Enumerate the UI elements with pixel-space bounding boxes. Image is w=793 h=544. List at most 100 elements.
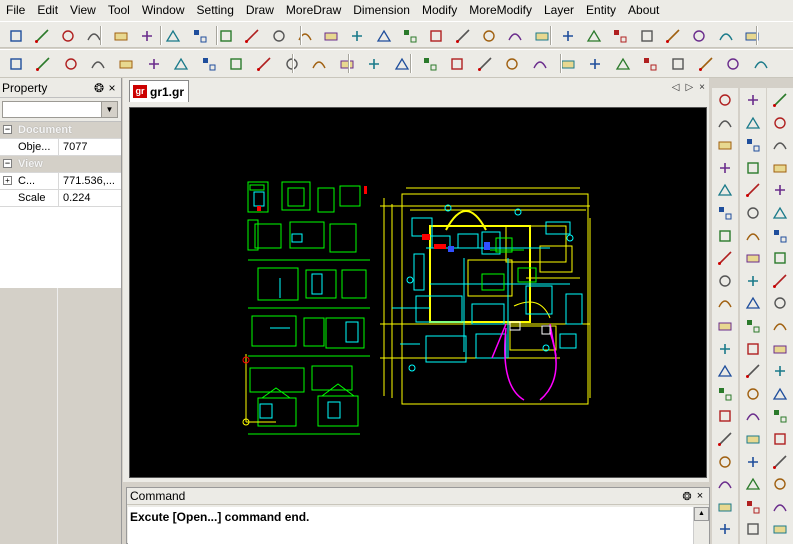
menu-moremodify[interactable]: MoreModify	[463, 0, 538, 21]
tab-prev-icon[interactable]: ◁	[672, 82, 680, 93]
snap-end-icon[interactable]	[743, 90, 763, 110]
line-tool-icon[interactable]	[322, 26, 341, 45]
property-value[interactable]: 0.224	[59, 190, 121, 206]
ortho-icon[interactable]	[743, 452, 763, 472]
arc-icon[interactable]	[144, 54, 163, 73]
close-icon[interactable]: ×	[106, 81, 118, 95]
xline-icon[interactable]	[254, 54, 273, 73]
print-preview-icon[interactable]	[111, 26, 130, 45]
grid-icon[interactable]	[743, 474, 763, 494]
mtext-icon[interactable]	[365, 54, 384, 73]
pin-icon[interactable]: ❂	[93, 81, 105, 95]
command-scrollbar[interactable]: ▲	[693, 507, 709, 544]
region-icon[interactable]	[448, 54, 467, 73]
snap-app-icon[interactable]	[770, 271, 790, 291]
dim-radius-icon[interactable]	[641, 54, 660, 73]
snap-int-icon[interactable]	[743, 203, 763, 223]
snap-ext-icon[interactable]	[770, 384, 790, 404]
image-icon[interactable]	[503, 54, 522, 73]
dim-ordinate-icon[interactable]	[751, 54, 770, 73]
offset-icon[interactable]	[716, 26, 735, 45]
dim-angle-icon[interactable]	[668, 54, 687, 73]
snap-par-icon[interactable]	[743, 361, 763, 381]
join-icon[interactable]	[637, 26, 656, 45]
layer-print-icon[interactable]	[715, 452, 735, 472]
layer-freeze-icon[interactable]	[715, 406, 735, 426]
layer-delete-icon[interactable]	[715, 474, 735, 494]
cut-icon[interactable]	[243, 26, 262, 45]
property-category[interactable]: − View	[0, 156, 121, 173]
rectangle-icon[interactable]	[89, 54, 108, 73]
menu-entity[interactable]: Entity	[580, 0, 622, 21]
ellipse-icon[interactable]	[227, 54, 246, 73]
object-select-combo[interactable]: ▼	[2, 101, 118, 118]
dim-arc-icon[interactable]	[696, 54, 715, 73]
node-icon[interactable]	[348, 26, 367, 45]
save-icon[interactable]	[59, 26, 78, 45]
snap-tan-icon[interactable]	[770, 316, 790, 336]
menu-draw[interactable]: Draw	[240, 0, 280, 21]
snap-near-icon[interactable]	[743, 316, 763, 336]
layer-prop-icon[interactable]	[715, 497, 735, 517]
scale-icon[interactable]	[479, 26, 498, 45]
scroll-up-icon[interactable]: ▲	[694, 507, 709, 521]
snap-mid-icon[interactable]	[743, 113, 763, 133]
redo-icon[interactable]	[190, 26, 209, 45]
extend-icon[interactable]	[585, 26, 604, 45]
document-tab[interactable]: gr gr1.gr	[129, 80, 189, 102]
redraw-icon[interactable]	[715, 293, 735, 313]
pin-icon[interactable]: ❂	[681, 490, 693, 503]
trim-icon[interactable]	[558, 26, 577, 45]
snap-quad-icon[interactable]	[743, 180, 763, 200]
otrack-icon[interactable]	[743, 519, 763, 539]
zoom-scale-icon[interactable]	[715, 271, 735, 291]
snap-track-icon[interactable]	[743, 429, 763, 449]
close-icon[interactable]: ×	[694, 490, 706, 502]
expand-icon[interactable]: +	[3, 176, 12, 185]
text-icon[interactable]	[337, 54, 356, 73]
spline-icon[interactable]	[199, 54, 218, 73]
point-icon[interactable]	[6, 54, 25, 73]
layer-color-icon[interactable]	[715, 429, 735, 449]
zoom-out-icon[interactable]	[715, 248, 735, 268]
brush-icon[interactable]	[295, 26, 314, 45]
menu-dimension[interactable]: Dimension	[347, 0, 416, 21]
menu-layer[interactable]: Layer	[538, 0, 580, 21]
property-value[interactable]: 7077	[59, 139, 121, 155]
snap-app-icon[interactable]	[743, 339, 763, 359]
layer-match-icon[interactable]	[715, 519, 735, 539]
zoom-window-icon[interactable]	[715, 90, 735, 110]
snap-perp-icon[interactable]	[743, 271, 763, 291]
view-icon[interactable]	[715, 339, 735, 359]
fillet-icon[interactable]	[664, 26, 683, 45]
property-row[interactable]: + C... 771.536,...	[0, 173, 121, 190]
print-icon[interactable]	[138, 26, 157, 45]
otrack-icon[interactable]	[770, 90, 790, 110]
zoom-in-icon[interactable]	[715, 226, 735, 246]
open-folder-icon[interactable]	[32, 26, 51, 45]
zoom-extents-icon[interactable]	[715, 203, 735, 223]
menu-file[interactable]: File	[0, 0, 31, 21]
snap-end-icon[interactable]	[770, 519, 790, 539]
snap-par-icon[interactable]	[770, 248, 790, 268]
rotate-icon[interactable]	[453, 26, 472, 45]
snap-node-icon[interactable]	[743, 158, 763, 178]
move-icon[interactable]	[427, 26, 446, 45]
drawing-canvas[interactable]	[129, 107, 707, 478]
line-icon[interactable]	[34, 54, 53, 73]
snap-track-icon[interactable]	[770, 180, 790, 200]
tab-next-icon[interactable]: ▷	[685, 82, 693, 93]
new-file-icon[interactable]	[6, 26, 25, 45]
snap-xyz-icon[interactable]	[743, 406, 763, 426]
property-category[interactable]: − Document	[0, 122, 121, 139]
snap-int-icon[interactable]	[770, 406, 790, 426]
break-icon[interactable]	[611, 26, 630, 45]
pan-icon[interactable]	[715, 158, 735, 178]
snap-ins-icon[interactable]	[770, 361, 790, 381]
dim-linear-icon[interactable]	[586, 54, 605, 73]
property-row[interactable]: Scale 0.224	[0, 190, 121, 207]
menu-modify[interactable]: Modify	[416, 0, 463, 21]
polygon-icon[interactable]	[116, 54, 135, 73]
regen-icon[interactable]	[715, 316, 735, 336]
grid-icon[interactable]	[770, 135, 790, 155]
